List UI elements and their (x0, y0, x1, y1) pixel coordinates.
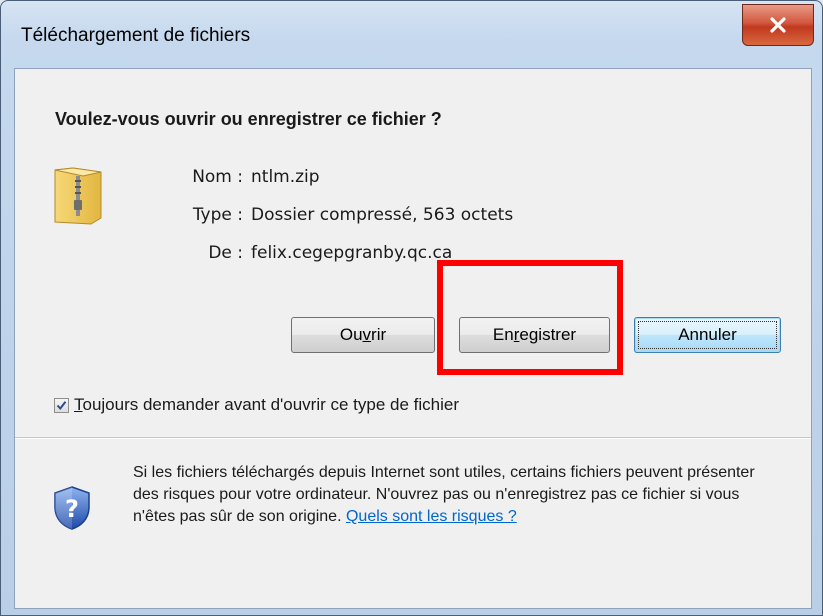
window-title: Téléchargement de fichiers (21, 25, 251, 46)
dialog-body: Voulez-vous ouvrir ou enregistrer ce fic… (14, 68, 812, 609)
zip-folder-icon (54, 167, 102, 225)
file-source-label: De : (208, 243, 243, 263)
close-icon (770, 17, 786, 33)
highlight-box (437, 260, 623, 375)
open-button-label: Ouvrir (339, 325, 387, 344)
file-source-value: felix.cegepgranby.qc.ca (251, 243, 453, 263)
cancel-button[interactable]: Annuler (634, 317, 781, 353)
svg-text:?: ? (65, 495, 79, 523)
shield-question-icon: ? (54, 486, 90, 530)
always-ask-option[interactable]: Toujours demander avant d'ouvrir ce type… (54, 395, 459, 415)
file-type-value: Dossier compressé, 563 octets (251, 205, 514, 225)
security-warning: Si les fichiers téléchargés depuis Inter… (133, 462, 783, 528)
checkmark-icon (56, 400, 67, 410)
download-dialog-window: Téléchargement de fichiers Voulez-vous o… (0, 0, 823, 616)
file-type-label: Type : (192, 205, 243, 225)
file-name-label: Nom : (192, 167, 243, 187)
file-type-row: Type : Dossier compressé, 563 octets (175, 205, 775, 229)
file-name-row: Nom : ntlm.zip (175, 167, 775, 191)
dialog-question: Voulez-vous ouvrir ou enregistrer ce fic… (55, 109, 442, 129)
divider (15, 437, 811, 439)
open-button[interactable]: Ouvrir (291, 317, 435, 353)
always-ask-checkbox[interactable] (54, 397, 69, 413)
risks-link[interactable]: Quels sont les risques ? (346, 508, 517, 525)
close-button[interactable] (742, 4, 814, 46)
focus-ring (638, 321, 777, 349)
always-ask-label[interactable]: Toujours demander avant d'ouvrir ce type… (74, 395, 459, 415)
file-name-value: ntlm.zip (251, 167, 320, 187)
